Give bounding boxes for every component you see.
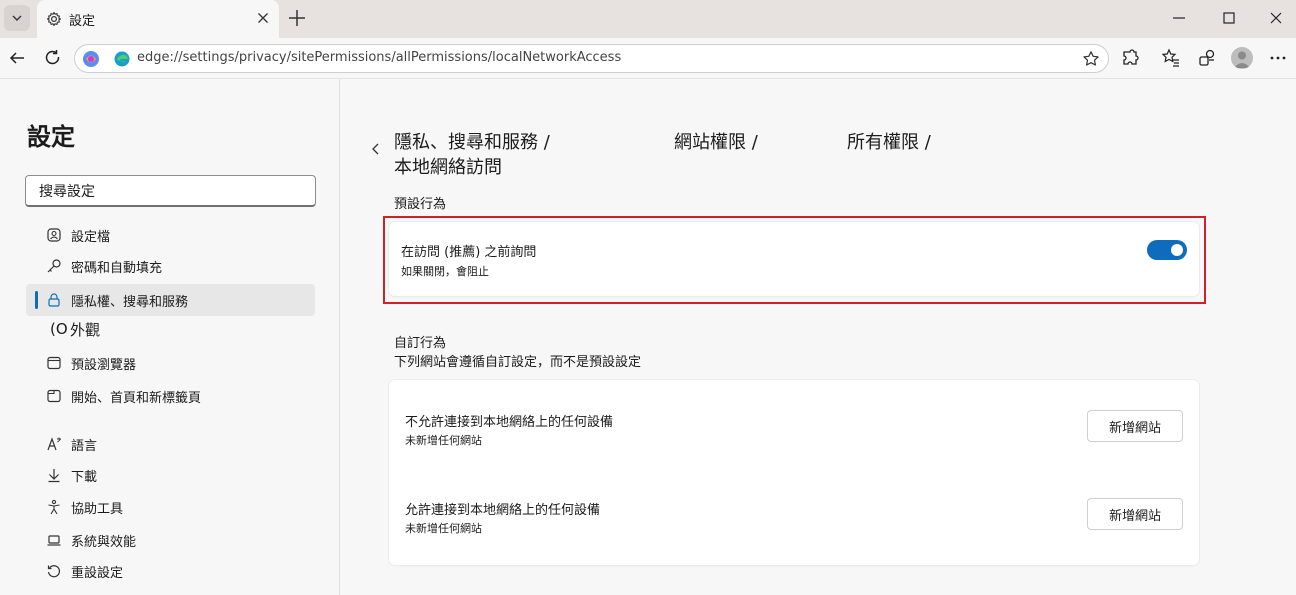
sidebar-item-label: 隱私權、搜尋和服務 (71, 295, 189, 310)
breadcrumb-site-permissions[interactable]: 網站權限 / (674, 128, 758, 154)
download-icon (48, 469, 60, 483)
sidebar-item-default-browser[interactable]: 預設瀏覽器 (26, 347, 315, 379)
tab-strip: 設定 (0, 0, 1296, 38)
close-window-icon[interactable] (1266, 8, 1286, 28)
add-allowed-site-button[interactable]: 新增網站 (1087, 498, 1183, 530)
add-blocked-site-button[interactable]: 新增網站 (1087, 410, 1183, 442)
allow-list-title: 允許連接到本地網絡上的任何設備 (405, 503, 601, 518)
sidebar-item-label: 外觀 (70, 321, 101, 339)
profile-avatar[interactable] (1231, 47, 1253, 69)
reset-icon (47, 565, 61, 578)
sidebar-item-languages[interactable]: 語言 (26, 428, 315, 460)
url-text: edge://settings/privacy/sitePermissions/… (137, 50, 622, 65)
extensions-icon[interactable] (1120, 48, 1140, 68)
sidebar-item-label: 下載 (71, 470, 98, 485)
person-icon (1234, 51, 1250, 68)
sidebar-item-profiles[interactable]: 設定檔 (26, 219, 315, 251)
edge-logo-icon (114, 51, 130, 67)
settings-sidebar: 設定 設定檔 密碼和自動填充 隱私權、搜尋和服務 (O 外觀 預設瀏覽器 開始、… (0, 79, 340, 595)
sidebar-item-label: 開始、首頁和新標籤頁 (71, 391, 202, 406)
browser-icon (47, 356, 61, 370)
copilot-icon[interactable] (82, 50, 100, 68)
ask-before-access-subtitle: 如果關閉，會阻止 (401, 265, 489, 278)
sidebar-item-appearance[interactable]: (O 外觀 (26, 314, 315, 346)
settings-main: 隱私、搜尋和服務 / 網站權限 / 所有權限 / 本地網絡訪問 預設行為 在訪問… (341, 79, 1296, 595)
ask-before-access-title: 在訪問 (推薦) 之前詢問 (401, 245, 537, 260)
sidebar-item-privacy[interactable]: 隱私權、搜尋和服務 (26, 284, 315, 316)
sidebar-item-accessibility[interactable]: 協助工具 (26, 491, 315, 523)
sidebar-item-label: 重設設定 (71, 566, 124, 581)
refresh-icon[interactable] (43, 48, 63, 68)
tab-actions-chevron-icon[interactable] (4, 5, 30, 31)
sidebar-item-downloads[interactable]: 下載 (26, 459, 315, 491)
tab-title: 設定 (69, 14, 96, 29)
block-list-subtitle: 未新增任何網站 (405, 434, 482, 447)
accessibility-icon (48, 499, 60, 515)
default-behavior-heading: 預設行為 (394, 197, 447, 212)
sidebar-item-label: 語言 (71, 439, 98, 454)
collections-icon[interactable] (1197, 48, 1217, 68)
sidebar-item-label: 密碼和自動填充 (71, 261, 163, 276)
back-arrow-icon[interactable] (7, 48, 27, 68)
sidebar-item-label: 預設瀏覽器 (71, 358, 137, 373)
breadcrumb-privacy[interactable]: 隱私、搜尋和服務 / (394, 128, 550, 154)
block-list-title: 不允許連接到本地網絡上的任何設備 (405, 415, 614, 430)
favorite-star-icon[interactable] (1082, 50, 1100, 68)
sidebar-item-passwords[interactable]: 密碼和自動填充 (26, 250, 315, 282)
settings-search-input[interactable] (25, 175, 316, 207)
highlight-box (383, 216, 1206, 304)
minimize-icon[interactable] (1169, 8, 1189, 28)
favorites-list-icon[interactable] (1161, 48, 1181, 68)
breadcrumb-all-permissions[interactable]: 所有權限 / (847, 128, 931, 154)
profile-icon (47, 228, 61, 242)
language-icon (47, 437, 61, 451)
settings-title: 設定 (27, 123, 75, 151)
page-title: 本地網絡訪問 (394, 157, 502, 178)
sidebar-item-start-home[interactable]: 開始、首頁和新標籤頁 (26, 380, 315, 412)
ask-before-access-toggle[interactable] (1147, 240, 1187, 260)
sidebar-item-system[interactable]: 系統與效能 (26, 524, 315, 556)
sidebar-item-reset[interactable]: 重設設定 (26, 555, 315, 587)
active-indicator (35, 291, 38, 309)
active-tab[interactable]: 設定 (37, 0, 279, 38)
close-tab-icon[interactable] (255, 10, 271, 26)
sidebar-item-label: 設定檔 (71, 230, 111, 245)
back-chevron-icon[interactable] (369, 141, 383, 157)
key-icon (47, 259, 61, 273)
new-tab-plus-icon[interactable] (286, 7, 308, 29)
custom-behavior-description: 下列網站會遵循自訂設定，而不是預設設定 (394, 355, 642, 370)
appearance-icon: (O (50, 320, 68, 338)
toolbar: edge://settings/privacy/sitePermissions/… (0, 38, 1296, 78)
home-page-icon (47, 389, 61, 403)
custom-behavior-card (389, 380, 1199, 565)
allow-list-subtitle: 未新增任何網站 (405, 522, 482, 535)
toggle-knob (1171, 244, 1183, 256)
lock-icon (48, 293, 60, 307)
sidebar-item-label: 系統與效能 (71, 535, 137, 550)
maximize-icon[interactable] (1219, 8, 1239, 28)
custom-behavior-heading: 自訂行為 (394, 336, 447, 351)
sidebar-item-label: 協助工具 (71, 502, 124, 517)
laptop-icon (47, 535, 61, 546)
gear-icon (46, 11, 62, 27)
address-bar[interactable]: edge://settings/privacy/sitePermissions/… (74, 44, 1109, 73)
more-options-icon[interactable] (1268, 48, 1288, 68)
